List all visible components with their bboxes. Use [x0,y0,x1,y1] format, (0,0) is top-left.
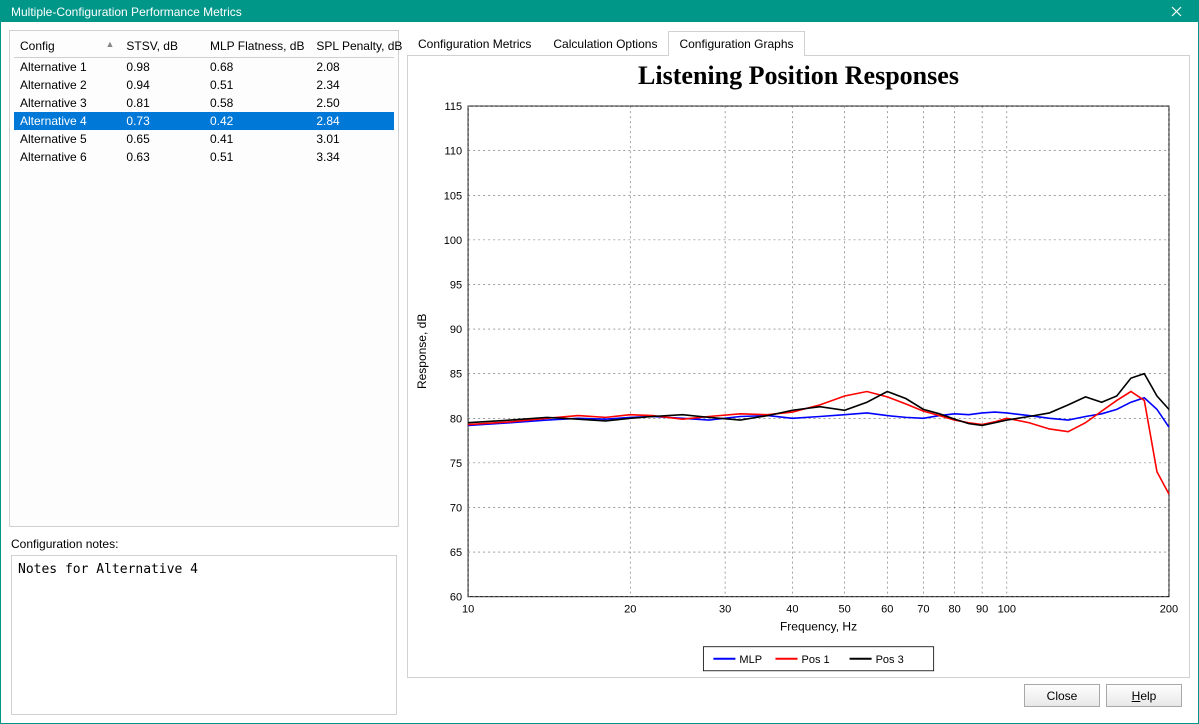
title-bar: Multiple-Configuration Performance Metri… [1,1,1198,22]
svg-text:105: 105 [444,190,462,202]
svg-text:Pos 3: Pos 3 [876,654,904,666]
svg-text:200: 200 [1160,604,1178,616]
window-close-button[interactable] [1154,1,1198,22]
notes-panel: Configuration notes: [9,535,399,715]
svg-text:40: 40 [786,604,798,616]
close-icon [1171,6,1182,17]
svg-text:MLP: MLP [739,654,762,666]
svg-text:70: 70 [450,503,462,515]
table-row[interactable]: Alternative 60.630.513.34 [14,148,394,166]
svg-text:115: 115 [445,101,463,113]
right-column: Configuration Metrics Calculation Option… [407,30,1190,715]
app-window: Multiple-Configuration Performance Metri… [0,0,1199,724]
svg-text:Listening Position Responses: Listening Position Responses [638,61,959,90]
col-flat[interactable]: MLP Flatness, dB [204,35,310,58]
svg-text:70: 70 [917,604,929,616]
col-config[interactable]: Config▲ [14,35,120,58]
svg-text:90: 90 [450,324,462,336]
response-chart: Listening Position Responses 60 65 70 75 80 85… [408,56,1189,677]
svg-text:100: 100 [444,235,462,247]
table-row[interactable]: Alternative 10.980.682.08 [14,58,394,77]
svg-text:90: 90 [976,604,988,616]
button-row: Close Help [407,678,1190,715]
tab-calc-options[interactable]: Calculation Options [542,31,668,56]
svg-text:75: 75 [450,458,462,470]
tab-strip: Configuration Metrics Calculation Option… [407,30,1190,56]
svg-text:110: 110 [445,146,463,158]
svg-text:60: 60 [450,592,462,604]
svg-text:30: 30 [719,604,731,616]
svg-text:80: 80 [948,604,960,616]
window-title: Multiple-Configuration Performance Metri… [11,5,242,19]
window-body: Config▲ STSV, dB MLP Flatness, dB SPL Pe… [1,22,1198,723]
svg-text:10: 10 [462,604,474,616]
config-table-panel: Config▲ STSV, dB MLP Flatness, dB SPL Pe… [9,30,399,527]
col-spl[interactable]: SPL Penalty, dB [310,35,394,58]
left-column: Config▲ STSV, dB MLP Flatness, dB SPL Pe… [9,30,399,715]
notes-label: Configuration notes: [11,537,397,551]
close-button[interactable]: Close [1024,684,1100,707]
help-button[interactable]: Help [1106,684,1182,707]
notes-textarea[interactable] [11,555,397,715]
svg-text:50: 50 [839,604,851,616]
svg-text:95: 95 [450,280,462,292]
svg-text:100: 100 [998,604,1016,616]
tab-config-graphs[interactable]: Configuration Graphs [668,31,804,56]
table-row[interactable]: Alternative 50.650.413.01 [14,130,394,148]
svg-text:20: 20 [624,604,636,616]
svg-text:60: 60 [881,604,893,616]
chart-panel: Listening Position Responses 60 65 70 75 80 85… [407,56,1190,678]
table-row[interactable]: Alternative 40.730.422.84 [14,112,394,130]
tab-config-metrics[interactable]: Configuration Metrics [407,31,542,56]
table-row[interactable]: Alternative 30.810.582.50 [14,94,394,112]
svg-text:Response, dB: Response, dB [415,314,429,389]
sort-indicator-icon: ▲ [105,39,114,49]
svg-text:Frequency, Hz: Frequency, Hz [780,620,857,634]
table-row[interactable]: Alternative 20.940.512.34 [14,76,394,94]
config-table[interactable]: Config▲ STSV, dB MLP Flatness, dB SPL Pe… [14,35,394,166]
col-stsv[interactable]: STSV, dB [120,35,204,58]
svg-text:85: 85 [450,369,462,381]
svg-text:65: 65 [450,547,462,559]
svg-text:Pos 1: Pos 1 [802,654,830,666]
table-header-row: Config▲ STSV, dB MLP Flatness, dB SPL Pe… [14,35,394,58]
svg-text:80: 80 [450,413,462,425]
